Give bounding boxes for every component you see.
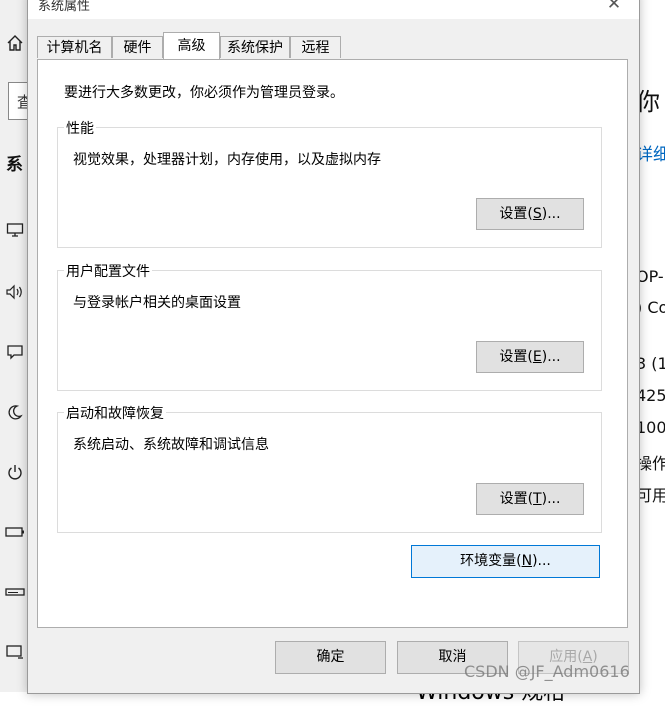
close-icon[interactable]: ✕ (599, 0, 629, 15)
dialog-titlebar[interactable]: 系统属性 ✕ (28, 0, 639, 19)
csdn-watermark: CSDN @JF_Adm0616 (464, 662, 630, 681)
startup-recovery-title: 启动和故障恢复 (64, 403, 166, 423)
performance-btn-key: S (532, 206, 542, 222)
sound-icon[interactable] (5, 282, 25, 302)
advanced-tab-panel: 要进行大多数更改，你必须作为管理员登录。 性能 视觉效果，处理器计划，内存使用，… (37, 59, 628, 628)
startup-btn-pre: 设置( (499, 491, 534, 507)
dialog-title: 系统属性 (38, 0, 91, 14)
focus-moon-icon[interactable] (5, 402, 25, 422)
system-properties-dialog: 系统属性 ✕ 计算机名 硬件 高级 系统保护 远程 要进行大多数更改，你必须作为… (27, 0, 640, 694)
settings-heading-partial: 系 (6, 155, 23, 175)
performance-group: 性能 视觉效果，处理器计划，内存使用，以及虚拟内存 设置(S)... (57, 118, 602, 248)
ok-button[interactable]: 确定 (275, 641, 386, 674)
env-btn-pre: 环境变量( (460, 553, 522, 569)
bg-text-3: ) Co (636, 298, 665, 317)
startup-recovery-settings-button[interactable]: 设置(T)... (476, 483, 584, 515)
bg-text-7: 操作 (636, 454, 665, 473)
profile-btn-pre: 设置( (499, 349, 533, 365)
performance-desc: 视觉效果，处理器计划，内存使用，以及虚拟内存 (73, 152, 381, 168)
profile-btn-post: )... (541, 349, 561, 365)
bg-text-6: 100 (636, 418, 665, 437)
bg-text-2: OP- (636, 267, 664, 286)
startup-recovery-group: 启动和故障恢复 系统启动、系统故障和调试信息 设置(T)... (57, 403, 602, 533)
env-btn-post: )... (532, 553, 551, 569)
startup-recovery-desc: 系统启动、系统故障和调试信息 (73, 437, 269, 453)
tab-remote[interactable]: 远程 (290, 36, 341, 58)
user-profile-title: 用户配置文件 (64, 261, 152, 281)
tab-hardware[interactable]: 硬件 (112, 36, 163, 58)
user-profile-settings-button[interactable]: 设置(E)... (476, 341, 584, 373)
startup-btn-post: )... (541, 491, 561, 507)
tab-computer-name[interactable]: 计算机名 (37, 36, 112, 58)
performance-btn-pre: 设置( (499, 206, 533, 222)
performance-title: 性能 (64, 118, 96, 138)
battery-icon[interactable] (5, 522, 25, 542)
bg-text-4: 3 (11 (636, 354, 665, 373)
home-icon[interactable] (5, 33, 25, 53)
tab-advanced[interactable]: 高级 (163, 32, 220, 59)
bg-text-8: 可用于 (636, 486, 665, 505)
profile-btn-key: E (532, 349, 542, 365)
bg-text-5: 425 (636, 386, 665, 405)
notifications-icon[interactable] (5, 342, 25, 362)
bg-link-details[interactable]: 详细 (636, 140, 665, 165)
tablet-icon[interactable] (5, 642, 25, 662)
startup-btn-key: T (533, 491, 542, 507)
tab-system-protection[interactable]: 系统保护 (220, 36, 290, 58)
user-profile-desc: 与登录帐户相关的桌面设置 (73, 295, 241, 311)
user-profile-group: 用户配置文件 与登录帐户相关的桌面设置 设置(E)... (57, 261, 602, 391)
display-icon[interactable] (5, 220, 25, 240)
performance-btn-post: )... (541, 206, 561, 222)
performance-settings-button[interactable]: 设置(S)... (476, 198, 584, 230)
storage-icon[interactable] (5, 582, 25, 602)
environment-variables-button[interactable]: 环境变量(N)... (411, 545, 600, 578)
env-btn-key: N (521, 553, 533, 569)
power-icon[interactable] (5, 462, 25, 482)
admin-notice: 要进行大多数更改，你必须作为管理员登录。 (64, 85, 344, 101)
